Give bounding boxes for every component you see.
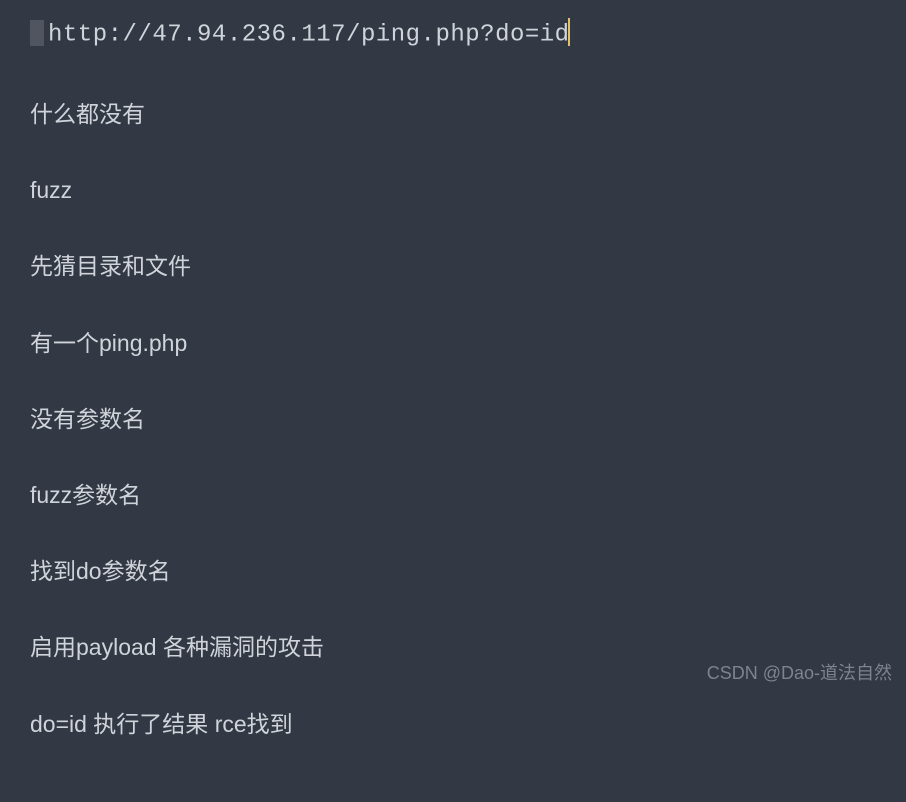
note-line: fuzz xyxy=(30,174,876,206)
url-input-line[interactable]: http://47.94.236.117/ping.php?do=id xyxy=(30,18,570,50)
note-line: 什么都没有 xyxy=(30,98,876,130)
note-line: 有一个ping.php xyxy=(30,327,876,359)
note-line: do=id 执行了结果 rce找到 xyxy=(30,708,876,740)
note-line: fuzz参数名 xyxy=(30,479,876,511)
url-text: http://47.94.236.117/ping.php?do=id xyxy=(48,21,570,48)
text-cursor xyxy=(568,18,570,46)
watermark-text: CSDN @Dao-道法自然 xyxy=(707,659,892,685)
note-line: 没有参数名 xyxy=(30,403,876,435)
selection-marker xyxy=(30,20,44,46)
note-line: 先猜目录和文件 xyxy=(30,250,876,282)
note-line: 找到do参数名 xyxy=(30,555,876,587)
